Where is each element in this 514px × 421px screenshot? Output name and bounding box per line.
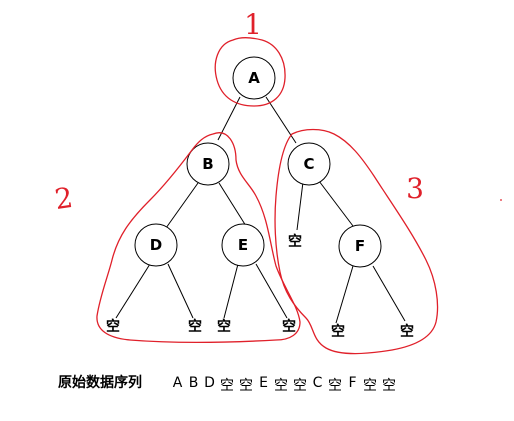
sequence-items: A B D 空 空 E 空 空 C 空 F 空 空 [172,375,396,395]
null-leaf-c-left: 空 [288,233,302,250]
sequence-label: 原始数据序列 [58,375,142,391]
sequence-item: E [259,375,268,391]
node-label-e: E [238,236,248,254]
sequence-item: 空 [293,378,307,394]
group-number-2: 2 [53,181,75,216]
stray-dot [500,199,502,201]
sequence-item: 空 [328,378,342,394]
node-label-b: B [202,155,213,173]
node-label-d: D [150,236,162,254]
sequence-item: B [188,375,199,391]
tree-node-e: E [221,223,265,267]
edge-d-null-left [115,263,151,319]
null-leaf-d-left: 空 [106,318,120,335]
edge-c-f [318,180,354,227]
tree-nodes: A B C D E F [134,56,382,268]
edge-a-c [265,96,297,144]
tree-node-c: C [287,142,331,186]
node-label-a: A [248,69,260,87]
tree-edges [115,96,406,324]
null-leaf-f-right: 空 [400,323,414,340]
node-label-f: F [355,237,365,255]
edge-d-null-right [167,263,194,319]
binary-tree-diagram: A B C D E F 空 空 空 空 空 空 空 1 2 3 [53,8,502,355]
node-label-c: C [303,155,314,173]
sequence-row: 原始数据序列 A B D 空 空 E 空 空 C 空 F 空 空 [58,372,396,395]
group-number-1: 1 [244,8,262,41]
tree-node-a: A [232,56,276,100]
edge-b-e [218,182,247,227]
sequence-item: 空 [382,378,396,394]
edge-e-null-left [223,263,239,319]
sequence-item: 空 [363,378,377,394]
edge-c-null [296,181,304,231]
sequence-item: F [348,375,357,391]
edge-b-d [165,182,199,229]
sequence-item: D [204,375,215,391]
null-leaf-d-right: 空 [188,318,202,335]
edge-f-null-right [372,265,406,322]
null-leaf-f-left: 空 [331,323,345,340]
sequence-item: C [312,375,323,391]
tree-node-d: D [134,223,178,267]
sequence-item: 空 [239,378,253,394]
sequence-item: 空 [220,378,234,394]
null-leaf-e-right: 空 [282,318,296,335]
tree-node-f: F [338,224,382,268]
sequence-item: 空 [274,378,288,394]
sequence-item: A [172,375,183,391]
edge-f-null-left [335,265,354,324]
group-number-3: 3 [406,172,424,205]
null-leaf-e-left: 空 [217,318,231,335]
edge-e-null-right [255,263,288,319]
